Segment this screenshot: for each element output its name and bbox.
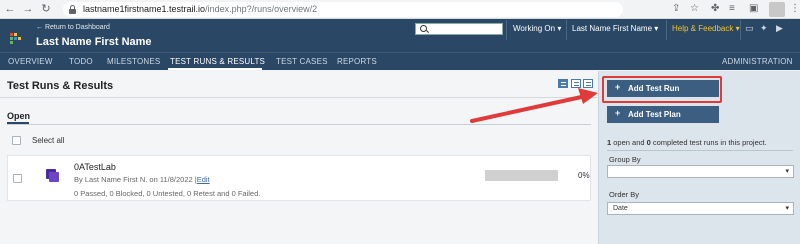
group-by-label: Group By [609,155,641,164]
edit-link[interactable]: Edit [197,175,210,184]
test-run-stats: 0 Passed, 0 Blocked, 0 Untested, 0 Retes… [74,189,261,198]
sidepanel-icon[interactable]: ▣ [749,3,758,15]
youtube-icon[interactable]: ▶ [776,23,783,34]
tab-overview[interactable]: OVERVIEW [8,57,53,66]
more-menu-icon[interactable]: ⋮ [790,3,800,15]
return-to-dashboard-link[interactable]: ← Return to Dashboard [36,24,110,31]
back-arrow-icon[interactable]: ← [4,3,16,15]
test-run-row: 0ATestLab By Last Name First N. on 11/8/… [7,155,591,201]
app-header: ← Return to Dashboard Last Name First Na… [0,19,800,52]
test-run-progress-bar [485,170,558,181]
active-tab-indicator [168,68,262,70]
test-run-percent: 0% [578,171,590,180]
testrail-logo-icon[interactable] [10,33,22,45]
url-path: /index.php?/runs/overview/2 [205,4,318,14]
tab-milestones[interactable]: MILESTONES [107,57,160,66]
star-icon[interactable]: ☆ [690,3,699,15]
section-open-heading: Open [7,111,31,121]
browser-toolbar: ← → ↻ lastname1firstname1.testrail.io/in… [0,0,800,19]
view-detail-icon[interactable] [583,79,593,88]
main-nav: OVERVIEW TODO MILESTONES TEST RUNS & RES… [0,52,800,70]
url-host: lastname1firstname1.testrail.io [83,4,206,14]
project-name: Last Name First Name [36,36,152,48]
tab-test-cases[interactable]: TEST CASES [276,57,328,66]
working-on-menu[interactable]: Working On ▾ [513,24,561,33]
tab-reports[interactable]: REPORTS [337,57,377,66]
search-input[interactable] [415,23,503,35]
test-run-checkbox[interactable] [13,174,22,183]
address-bar[interactable]: lastname1firstname1.testrail.io/index.ph… [63,2,623,17]
user-menu[interactable]: Last Name First Name ▾ [572,24,658,33]
view-compact-icon[interactable] [558,79,568,88]
tab-todo[interactable]: TODO [69,57,93,66]
lock-icon [69,5,76,14]
view-list-icon[interactable] [571,79,581,88]
order-by-select[interactable]: Date ▾ [607,202,794,215]
tab-test-runs-results[interactable]: TEST RUNS & RESULTS [170,57,265,66]
main-content: Test Runs & Results Open Select all 0ATe… [0,71,598,244]
tab-administration[interactable]: ADMINISTRATION [722,57,793,66]
select-all-row: Select all [7,134,591,148]
search-icon [420,25,427,32]
profile-avatar[interactable] [769,2,785,17]
forward-arrow-icon[interactable]: → [22,3,34,15]
twitter-icon[interactable]: ✦ [760,23,768,34]
page-title: Test Runs & Results [7,80,114,92]
test-run-meta: By Last Name First N. on 11/8/2022 |Edit [74,175,210,184]
order-by-label: Order By [609,190,640,199]
group-by-select[interactable]: ▾ [607,165,794,178]
runs-summary: 1 open and 0 completed test runs in this… [607,138,767,147]
share-icon[interactable]: ⇪ [672,3,680,15]
extensions-icon[interactable]: ✤ [711,3,719,15]
add-test-plan-button[interactable]: + Add Test Plan [607,106,719,123]
select-all-checkbox[interactable] [12,136,21,145]
chat-icon[interactable]: ▭ [745,23,754,34]
menu-list-icon[interactable]: ≡ [729,3,735,15]
help-feedback-menu[interactable]: Help & Feedback ▾ [672,24,740,33]
test-run-title[interactable]: 0ATestLab [74,162,116,172]
select-all-label: Select all [32,136,65,145]
reload-icon[interactable]: ↻ [40,3,52,15]
test-run-icon [46,169,59,182]
highlight-box [602,76,722,103]
